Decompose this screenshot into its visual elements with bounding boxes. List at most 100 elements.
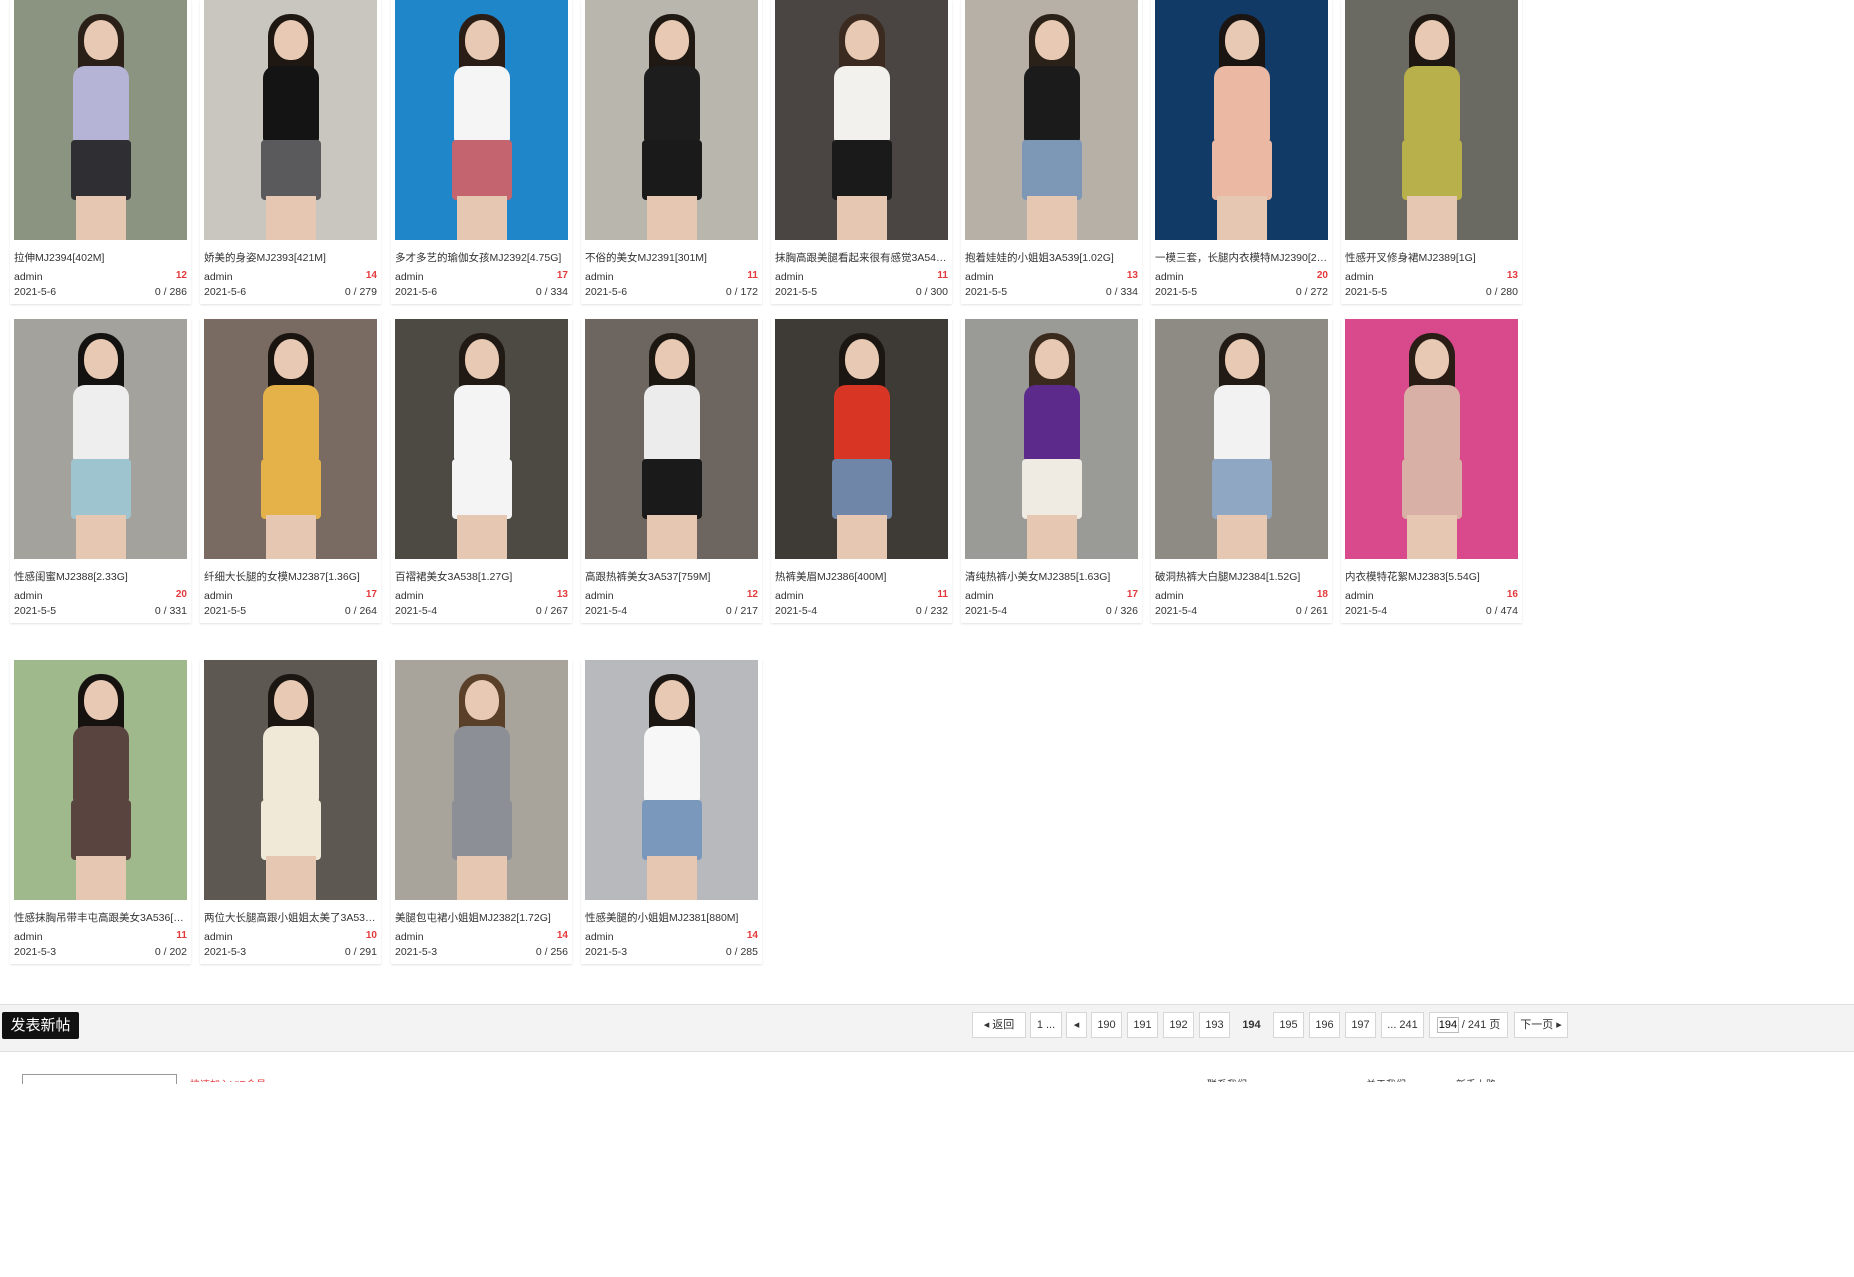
thread-thumbnail[interactable] [1345,0,1518,240]
thread-author[interactable]: admin [775,590,804,602]
thread-thumbnail[interactable] [14,660,187,900]
page-last[interactable]: ... 241 [1381,1012,1424,1038]
thread-card[interactable]: 抹胸高跟美腿看起来很有感觉3A540... admin 11 2021-5-5 0 / … [771,0,952,304]
thread-author[interactable]: admin [14,271,43,283]
footer-vip-link[interactable]: 快速加入VIP会员 [190,1076,266,1082]
page-191[interactable]: 191 [1127,1012,1158,1038]
thread-thumbnail[interactable] [14,0,187,240]
next-page-button[interactable]: 下一页 ▸ [1514,1012,1568,1038]
thread-author[interactable]: admin [14,931,43,943]
page-190[interactable]: 190 [1091,1012,1122,1038]
pagination: ◂ 返回 1 ... ◂ 190 191 192 193 194 195 196… [0,1012,1854,1038]
thread-author[interactable]: admin [965,590,994,602]
thread-author[interactable]: admin [204,931,233,943]
thread-title[interactable]: 清纯热裤小美女MJ2385[1.63G] [965,569,1138,584]
image-count-badge: 11 [176,930,187,941]
thread-thumbnail[interactable] [1155,0,1328,240]
thread-author[interactable]: admin [1345,271,1374,283]
thread-title[interactable]: 性感抹胸吊带丰屯高跟美女3A536[7... [14,910,187,925]
thread-card[interactable]: 性感开叉修身裙MJ2389[1G] admin 13 2021-5-5 0 / 280 [1341,0,1522,304]
footer-link-contact[interactable]: 联系我们 [1207,1076,1247,1082]
thread-card[interactable]: 两位大长腿高跟小姐姐太美了3A535... admin 10 2021-5-3 0 / … [200,660,381,964]
thread-card[interactable]: 性感闺蜜MJ2388[2.33G] admin 20 2021-5-5 0 / 331 [10,319,191,623]
prev-page-button[interactable]: ◂ [1066,1012,1087,1038]
thread-author[interactable]: admin [585,271,614,283]
figure-legs [1217,515,1267,559]
thread-title[interactable]: 美腿包屯裙小姐姐MJ2382[1.72G] [395,910,568,925]
thread-card[interactable]: 破洞热裤大白腿MJ2384[1.52G] admin 18 2021-5-4 0 / 2… [1151,319,1332,623]
thread-card[interactable]: 性感抹胸吊带丰屯高跟美女3A536[7... admin 11 2021-5-3 0 /… [10,660,191,964]
thread-thumbnail[interactable] [395,319,568,559]
page-193[interactable]: 193 [1199,1012,1230,1038]
thread-author[interactable]: admin [204,271,233,283]
thread-title[interactable]: 两位大长腿高跟小姐姐太美了3A535... [204,910,377,925]
thread-title[interactable]: 多才多艺的瑜伽女孩MJ2392[4.75G] [395,250,568,265]
thread-card[interactable]: 美腿包屯裙小姐姐MJ2382[1.72G] admin 14 2021-5-3 0 / … [391,660,572,964]
back-button[interactable]: ◂ 返回 [972,1012,1026,1038]
page-197[interactable]: 197 [1345,1012,1376,1038]
thread-title[interactable]: 一模三套，长腿内衣模特MJ2390[2.... [1155,250,1328,265]
thread-thumbnail[interactable] [1345,319,1518,559]
thread-card[interactable]: 内衣模特花絮MJ2383[5.54G] admin 16 2021-5-4 0 / 47… [1341,319,1522,623]
thread-title[interactable]: 性感开叉修身裙MJ2389[1G] [1345,250,1518,265]
thread-title[interactable]: 热裤美眉MJ2386[400M] [775,569,948,584]
thread-thumbnail[interactable] [204,319,377,559]
thread-author[interactable]: admin [585,590,614,602]
thread-thumbnail[interactable] [775,319,948,559]
thread-author[interactable]: admin [585,931,614,943]
thread-title[interactable]: 抹胸高跟美腿看起来很有感觉3A540... [775,250,948,265]
thread-thumbnail[interactable] [395,0,568,240]
thread-title[interactable]: 性感闺蜜MJ2388[2.33G] [14,569,187,584]
footer-link-guide[interactable]: 新手上路 [1456,1076,1496,1082]
thread-title[interactable]: 性感美腿的小姐姐MJ2381[880M] [585,910,758,925]
thread-author[interactable]: admin [395,271,424,283]
thread-card[interactable]: 拉伸MJ2394[402M] admin 12 2021-5-6 0 / 286 [10,0,191,304]
thread-author[interactable]: admin [1155,271,1184,283]
page-196[interactable]: 196 [1309,1012,1340,1038]
thread-author[interactable]: admin [1155,590,1184,602]
page-jump-input[interactable] [1436,1017,1459,1034]
thread-thumbnail[interactable] [204,660,377,900]
thread-author[interactable]: admin [1345,590,1374,602]
thread-thumbnail[interactable] [965,0,1138,240]
thread-title[interactable]: 高跟热裤美女3A537[759M] [585,569,758,584]
thread-author[interactable]: admin [204,590,233,602]
thread-card[interactable]: 不俗的美女MJ2391[301M] admin 11 2021-5-6 0 / 172 [581,0,762,304]
thread-thumbnail[interactable] [395,660,568,900]
page-first[interactable]: 1 ... [1030,1012,1062,1038]
thread-title[interactable]: 娇美的身姿MJ2393[421M] [204,250,377,265]
page-195[interactable]: 195 [1273,1012,1304,1038]
thread-card[interactable]: 百褶裙美女3A538[1.27G] admin 13 2021-5-4 0 / 267 [391,319,572,623]
footer-link-about[interactable]: 关于我们 [1366,1076,1406,1082]
thread-thumbnail[interactable] [585,319,758,559]
thread-card[interactable]: 性感美腿的小姐姐MJ2381[880M] admin 14 2021-5-3 0 / 2… [581,660,762,964]
thread-card[interactable]: 纤细大长腿的女模MJ2387[1.36G] admin 17 2021-5-5 0 / … [200,319,381,623]
thread-card[interactable]: 高跟热裤美女3A537[759M] admin 12 2021-5-4 0 / 217 [581,319,762,623]
thread-title[interactable]: 内衣模特花絮MJ2383[5.54G] [1345,569,1518,584]
thread-author[interactable]: admin [775,271,804,283]
thread-thumbnail[interactable] [965,319,1138,559]
thread-card[interactable]: 娇美的身姿MJ2393[421M] admin 14 2021-5-6 0 / 279 [200,0,381,304]
thread-thumbnail[interactable] [585,660,758,900]
thread-author[interactable]: admin [14,590,43,602]
thread-thumbnail[interactable] [1155,319,1328,559]
thread-thumbnail[interactable] [14,319,187,559]
thread-author[interactable]: admin [395,590,424,602]
thread-author[interactable]: admin [395,931,424,943]
thread-title[interactable]: 破洞热裤大白腿MJ2384[1.52G] [1155,569,1328,584]
thread-card[interactable]: 热裤美眉MJ2386[400M] admin 11 2021-5-4 0 / 232 [771,319,952,623]
page-192[interactable]: 192 [1163,1012,1194,1038]
thread-title[interactable]: 百褶裙美女3A538[1.27G] [395,569,568,584]
thread-card[interactable]: 清纯热裤小美女MJ2385[1.63G] admin 17 2021-5-4 0 / 3… [961,319,1142,623]
thread-card[interactable]: 多才多艺的瑜伽女孩MJ2392[4.75G] admin 17 2021-5-6 0 /… [391,0,572,304]
thread-title[interactable]: 纤细大长腿的女模MJ2387[1.36G] [204,569,377,584]
thread-thumbnail[interactable] [585,0,758,240]
thread-title[interactable]: 抱着娃娃的小姐姐3A539[1.02G] [965,250,1138,265]
thread-title[interactable]: 拉伸MJ2394[402M] [14,250,187,265]
thread-card[interactable]: 一模三套，长腿内衣模特MJ2390[2.... admin 20 2021-5-5 0 … [1151,0,1332,304]
thread-card[interactable]: 抱着娃娃的小姐姐3A539[1.02G] admin 13 2021-5-5 0 / 3… [961,0,1142,304]
thread-author[interactable]: admin [965,271,994,283]
thread-title[interactable]: 不俗的美女MJ2391[301M] [585,250,758,265]
thread-thumbnail[interactable] [204,0,377,240]
thread-thumbnail[interactable] [775,0,948,240]
